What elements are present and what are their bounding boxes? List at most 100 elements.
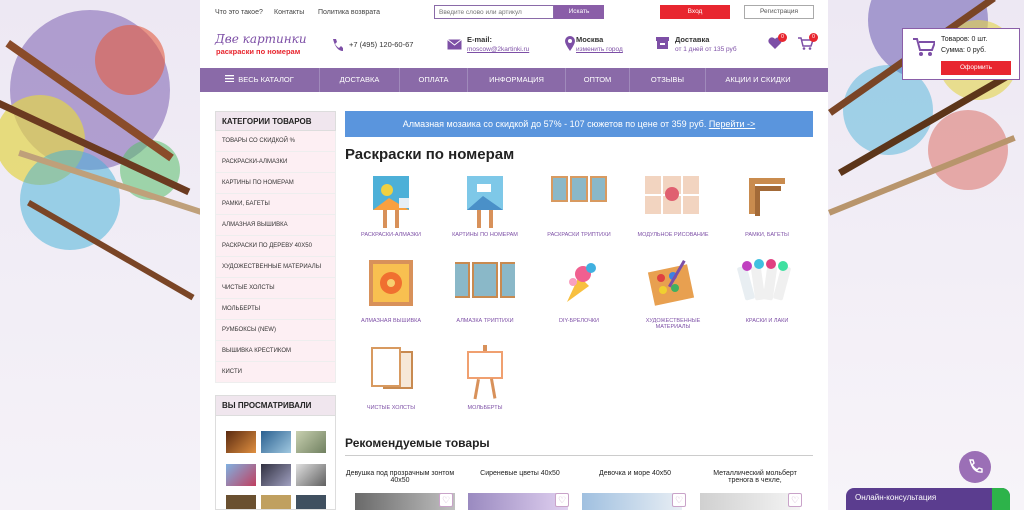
category-label: МОДУЛЬНОЕ РИСОВАНИЕ	[637, 232, 709, 238]
sidebar-item-discounts[interactable]: ТОВАРЫ СО СКИДКОЙ %	[215, 131, 336, 152]
sidebar-item-diamond-embroidery[interactable]: АЛМАЗНАЯ ВЫШИВКА	[215, 215, 336, 236]
cart-sum: Сумма: 0 руб.	[941, 47, 987, 54]
sidebar-item-roomboxes[interactable]: РУМБОКСЫ (NEW)	[215, 320, 336, 341]
product-title[interactable]: Девочка и море 40х50	[580, 470, 690, 477]
link-return-policy[interactable]: Политика возврата	[318, 9, 380, 16]
sidebar-item-cross-stitch[interactable]: ВЫШИВКА КРЕСТИКОМ	[215, 341, 336, 362]
category-label: DIY-БРЕЛОЧКИ	[558, 318, 600, 324]
category-label: ЧИСТЫЕ ХОЛСТЫ	[366, 405, 416, 411]
nav-reviews[interactable]: ОТЗЫВЫ	[630, 68, 706, 92]
link-what-is[interactable]: Что это такое?	[215, 9, 263, 16]
category-art-materials[interactable]: ХУДОЖЕСТВЕННЫЕ МАТЕРИАЛЫ	[628, 258, 718, 330]
online-consult-widget[interactable]: Онлайн-консультация	[846, 488, 1010, 510]
category-label: КРАСКИ И ЛАКИ	[745, 318, 789, 324]
link-contacts[interactable]: Контакты	[274, 9, 304, 16]
call-button[interactable]	[959, 451, 991, 483]
category-easels[interactable]: МОЛЬБЕРТЫ	[440, 345, 530, 415]
product-title[interactable]: Металлический мольберт тренога в чехле,	[700, 470, 810, 484]
paint-brush-decoration-left	[0, 10, 200, 301]
email-label: E-mail:	[467, 35, 493, 44]
change-city-link[interactable]: изменить город	[576, 46, 623, 53]
viewed-thumb[interactable]	[296, 495, 326, 509]
nav-wholesale[interactable]: ОПТОМ	[566, 68, 630, 92]
nav-info[interactable]: ИНФОРМАЦИЯ	[468, 68, 566, 92]
phone-number[interactable]: +7 (495) 120-60-67	[349, 40, 413, 49]
category-modular[interactable]: МОДУЛЬНОЕ РИСОВАНИЕ	[628, 172, 718, 242]
blank-canvas-icon	[371, 347, 413, 389]
banner-link[interactable]: Перейти ->	[709, 119, 755, 129]
favorite-heart-icon[interactable]: ♡	[788, 493, 802, 507]
recommended-title: Рекомендуемые товары	[345, 436, 490, 450]
delivery-box-icon	[656, 37, 669, 49]
sidebar-item-art-materials[interactable]: ХУДОЖЕСТВЕННЫЕ МАТЕРИАЛЫ	[215, 257, 336, 278]
location-pin-icon	[565, 36, 575, 51]
login-button[interactable]: Вход	[660, 5, 730, 19]
category-paint-by-numbers[interactable]: КАРТИНЫ ПО НОМЕРАМ	[440, 172, 530, 242]
search-form: Искать	[434, 5, 604, 19]
category-diamond-coloring[interactable]: РАСКРАСКИ-АЛМАЗКИ	[346, 172, 436, 242]
nav-catalog-label: ВЕСЬ КАТАЛОГ	[238, 75, 294, 84]
category-label: МОЛЬБЕРТЫ	[467, 405, 503, 411]
sidebar-item-paint-by-numbers[interactable]: КАРТИНЫ ПО НОМЕРАМ	[215, 173, 336, 194]
viewed-thumb[interactable]	[226, 464, 256, 486]
cart-icon	[913, 38, 935, 56]
diamond-coloring-easel-icon	[373, 176, 409, 228]
sidebar-item-canvases[interactable]: ЧИСТЫЕ ХОЛСТЫ	[215, 278, 336, 299]
product-title[interactable]: Сиреневые цветы 40х50	[465, 470, 575, 477]
nav-delivery[interactable]: ДОСТАВКА	[320, 68, 400, 92]
category-label: ХУДОЖЕСТВЕННЫЕ МАТЕРИАЛЫ	[645, 318, 701, 330]
viewed-thumb[interactable]	[261, 464, 291, 486]
search-input[interactable]	[434, 5, 554, 19]
paint-palette-icon	[647, 260, 695, 306]
modular-painting-icon	[645, 176, 699, 214]
category-paints-varnish[interactable]: КРАСКИ И ЛАКИ	[722, 258, 812, 328]
cart-count-badge: 0	[809, 33, 818, 42]
category-label: АЛМАЗНАЯ ВЫШИВКА	[360, 318, 422, 324]
sidebar-item-frames[interactable]: РАМКИ, БАГЕТЫ	[215, 194, 336, 215]
mail-icon	[447, 39, 462, 50]
viewed-thumb[interactable]	[296, 431, 326, 453]
search-button[interactable]: Искать	[554, 5, 604, 19]
delivery-label: Доставка	[675, 35, 710, 44]
city-name: Москва	[576, 35, 604, 44]
page-container: Что это такое? Контакты Политика возврат…	[200, 0, 828, 510]
favorite-heart-icon[interactable]: ♡	[439, 493, 453, 507]
category-label: РАМКИ, БАГЕТЫ	[745, 232, 789, 238]
favorite-heart-icon[interactable]: ♡	[672, 493, 686, 507]
email-link[interactable]: moscow@2kartinki.ru	[467, 46, 529, 53]
sidebar-item-wood-coloring[interactable]: РАСКРАСКИ ПО ДЕРЕВУ 40Х50	[215, 236, 336, 257]
sidebar-item-diamond-coloring[interactable]: РАСКРАСКИ-АЛМАЗКИ	[215, 152, 336, 173]
delivery-info: от 1 дней от 135 руб	[675, 46, 737, 53]
nav-promotions[interactable]: АКЦИИ И СКИДКИ	[706, 68, 810, 92]
product-image[interactable]	[468, 493, 568, 510]
category-triptych[interactable]: РАСКРАСКИ ТРИПТИХИ	[534, 172, 624, 242]
easel-icon	[467, 345, 503, 400]
category-label: РАСКРАСКИ-АЛМАЗКИ	[361, 232, 421, 238]
nav-payment[interactable]: ОПЛАТА	[400, 68, 468, 92]
category-diy-keychains[interactable]: DIY-БРЕЛОЧКИ	[534, 258, 624, 328]
sidebar-item-easels[interactable]: МОЛЬБЕРТЫ	[215, 299, 336, 320]
logo-title[interactable]: Две картинки	[215, 32, 307, 46]
phone-icon	[969, 459, 983, 473]
product-image[interactable]	[582, 493, 682, 510]
category-blank-canvases[interactable]: ЧИСТЫЕ ХОЛСТЫ	[346, 345, 436, 415]
sidebar-item-brushes[interactable]: КИСТИ	[215, 362, 336, 383]
category-frames[interactable]: РАМКИ, БАГЕТЫ	[722, 172, 812, 242]
viewed-thumb[interactable]	[226, 495, 256, 509]
category-diamond-embroidery[interactable]: АЛМАЗНАЯ ВЫШИВКА	[346, 258, 436, 328]
register-button[interactable]: Регистрация	[744, 5, 814, 19]
checkout-button[interactable]: Оформить	[941, 61, 1011, 75]
background-art-left	[0, 0, 200, 510]
category-diamond-triptych[interactable]: АЛМАЗКА ТРИПТИХИ	[440, 258, 530, 328]
promo-banner[interactable]: Алмазная мозаика со скидкой до 57% - 107…	[345, 111, 813, 137]
viewed-thumb[interactable]	[296, 464, 326, 486]
viewed-thumb[interactable]	[226, 431, 256, 453]
hamburger-icon	[225, 68, 235, 92]
diamond-embroidery-icon	[369, 260, 413, 306]
product-title[interactable]: Девушка под прозрачным зонтом 40х50	[345, 470, 455, 484]
product-image[interactable]	[700, 493, 800, 510]
viewed-thumb[interactable]	[261, 495, 291, 509]
favorite-heart-icon[interactable]: ♡	[555, 493, 569, 507]
nav-catalog[interactable]: ВЕСЬ КАТАЛОГ	[200, 68, 320, 92]
viewed-thumb[interactable]	[261, 431, 291, 453]
